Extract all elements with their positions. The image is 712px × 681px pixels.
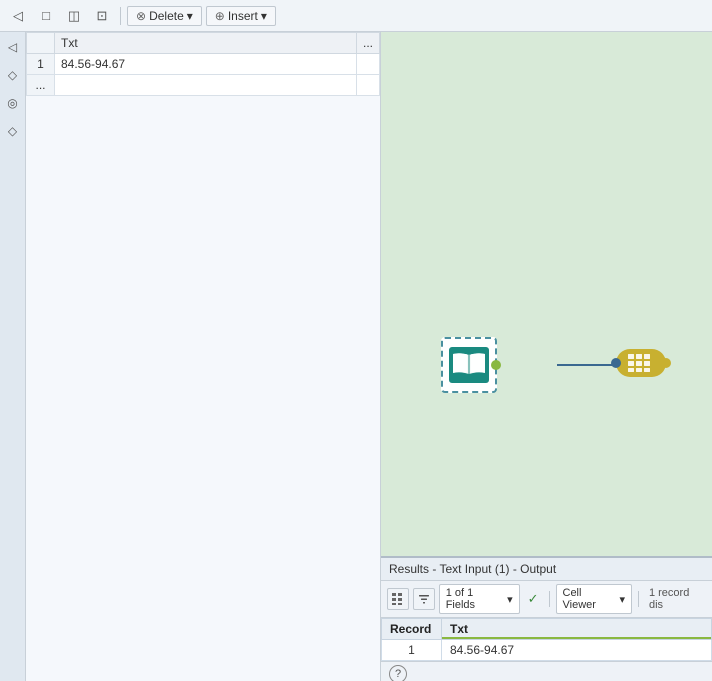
col-header-record: Record xyxy=(382,619,442,640)
results-sep-2 xyxy=(638,591,639,607)
main-layout: ◁ ◇ ◎ ◇ Txt ... 1 84.56-94.67 ... xyxy=(0,32,712,681)
fields-chevron-icon: ▾ xyxy=(507,593,513,606)
insert-icon: ⊕ xyxy=(215,9,225,23)
result-txt-1: 84.56-94.67 xyxy=(442,640,712,661)
col-header-txt: Txt xyxy=(55,33,357,54)
results-check[interactable]: ✓ xyxy=(524,591,543,607)
row-txt-ellipsis xyxy=(55,75,357,96)
delete-button[interactable]: ⊗ Delete ▾ xyxy=(127,6,202,26)
results-header: Results - Text Input (1) - Output xyxy=(381,558,712,581)
results-title: Results - Text Input (1) - Output xyxy=(389,562,556,576)
node-text-input[interactable] xyxy=(441,337,497,393)
node-browse-output-dot xyxy=(661,358,671,368)
connector-line xyxy=(557,364,617,366)
results-footer: ? xyxy=(381,661,712,681)
grid-icon xyxy=(391,592,405,606)
node-output-dot xyxy=(491,360,501,370)
txt-col-label: Txt xyxy=(450,622,468,636)
col-header-ellipsis[interactable]: ... xyxy=(356,33,379,54)
viewer-label: Cell Viewer xyxy=(563,587,618,611)
node-browse-input-dot xyxy=(611,358,621,368)
sidebar-icon-3[interactable]: ◎ xyxy=(2,92,24,114)
results-table: Record Txt 1 84.56-94.67 xyxy=(381,618,712,661)
row-num-1: 1 xyxy=(27,54,55,75)
sidebar-icons: ◁ ◇ ◎ ◇ xyxy=(0,32,26,681)
insert-chevron-icon: ▾ xyxy=(261,9,267,23)
viewer-dropdown[interactable]: Cell Viewer ▾ xyxy=(556,584,632,614)
row-num-ellipsis: ... xyxy=(27,75,55,96)
delete-label: Delete xyxy=(149,9,184,23)
delete-chevron-icon: ▾ xyxy=(187,9,193,23)
toolbar-new-btn[interactable]: □ xyxy=(34,4,58,28)
fields-label: 1 of 1 Fields xyxy=(446,587,505,611)
node-browse[interactable] xyxy=(616,349,666,377)
toolbar-copy-btn[interactable]: ◫ xyxy=(62,4,86,28)
results-panel: Results - Text Input (1) - Output xyxy=(381,556,712,681)
results-toolbar: 1 of 1 Fields ▾ ✓ Cell Viewer ▾ 1 record… xyxy=(381,581,712,618)
record-col-label: Record xyxy=(390,622,431,636)
toolbar-divider-1 xyxy=(120,7,121,25)
sidebar-icon-1[interactable]: ◁ xyxy=(2,36,24,58)
toolbar-back-btn[interactable]: ◁ xyxy=(6,4,30,28)
book-svg xyxy=(452,351,486,379)
toolbar-paste-btn[interactable]: ⊡ xyxy=(90,4,114,28)
col-header-txt-result: Txt xyxy=(442,619,712,640)
result-record-1: 1 xyxy=(382,640,442,661)
row-ellipsis-2 xyxy=(356,75,379,96)
viewer-chevron-icon: ▾ xyxy=(619,593,625,606)
results-info: 1 record dis xyxy=(649,587,706,611)
table-row-ellipsis: ... xyxy=(27,75,380,96)
data-table: Txt ... 1 84.56-94.67 ... xyxy=(26,32,380,96)
browse-grid-icon xyxy=(627,353,655,373)
table-row: 1 84.56-94.67 xyxy=(27,54,380,75)
results-sep-1 xyxy=(549,591,550,607)
col-header-rownum xyxy=(27,33,55,54)
row-txt-1[interactable]: 84.56-94.67 xyxy=(55,54,357,75)
text-input-icon xyxy=(449,347,489,383)
results-grid-icon-btn[interactable] xyxy=(387,588,409,610)
row-ellipsis-1 xyxy=(356,54,379,75)
insert-button[interactable]: ⊕ Insert ▾ xyxy=(206,6,276,26)
results-filter-icon-btn[interactable] xyxy=(413,588,435,610)
workflow-area: Results - Text Input (1) - Output xyxy=(381,32,712,681)
help-icon[interactable]: ? xyxy=(389,665,407,681)
insert-label: Insert xyxy=(228,9,258,23)
sidebar-icon-4[interactable]: ◇ xyxy=(2,120,24,142)
fields-dropdown[interactable]: 1 of 1 Fields ▾ xyxy=(439,584,520,614)
left-panel: Txt ... 1 84.56-94.67 ... xyxy=(26,32,381,681)
canvas-panel[interactable]: Results - Text Input (1) - Output xyxy=(381,32,712,681)
result-row-1: 1 84.56-94.67 xyxy=(382,640,712,661)
delete-icon: ⊗ xyxy=(136,9,146,23)
filter-icon xyxy=(417,592,431,606)
toolbar: ◁ □ ◫ ⊡ ⊗ Delete ▾ ⊕ Insert ▾ xyxy=(0,0,712,32)
sidebar-icon-2[interactable]: ◇ xyxy=(2,64,24,86)
